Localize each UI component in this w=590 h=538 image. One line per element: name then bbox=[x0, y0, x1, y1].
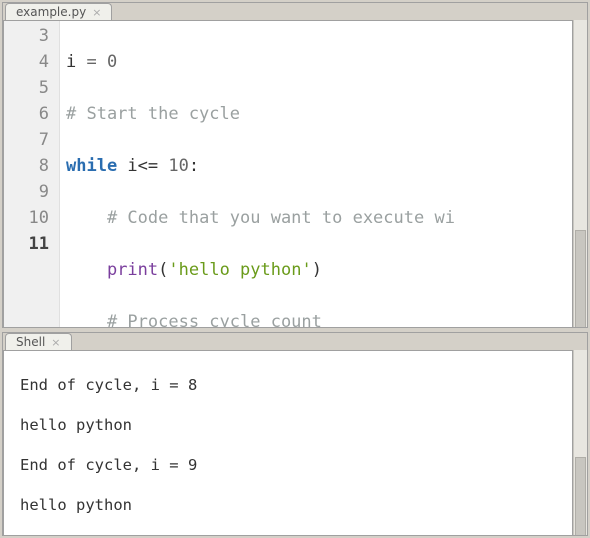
line-number: 7 bbox=[10, 127, 49, 153]
shell-tabbar: Shell × bbox=[3, 333, 587, 350]
code-line[interactable]: print('hello python') bbox=[66, 257, 572, 283]
vertical-scrollbar[interactable] bbox=[573, 350, 587, 536]
close-icon[interactable]: × bbox=[92, 6, 101, 19]
line-number: 11 bbox=[10, 231, 49, 257]
shell-line: End of cycle, i = 9 bbox=[20, 455, 564, 475]
line-number: 10 bbox=[10, 205, 49, 231]
code-line[interactable]: # Start the cycle bbox=[66, 101, 572, 127]
close-icon[interactable]: × bbox=[51, 336, 60, 349]
line-number: 3 bbox=[10, 23, 49, 49]
shell-pane: Shell × End of cycle, i = 8 hello python… bbox=[2, 332, 588, 536]
code-line[interactable]: while i<= 10: bbox=[66, 153, 572, 179]
shell-lines: End of cycle, i = 8 hello python End of … bbox=[20, 355, 564, 536]
shell-line: End of cycle, i = 10 bbox=[20, 535, 564, 536]
editor-tabbar: example.py × bbox=[3, 3, 587, 20]
code-area[interactable]: i = 0 # Start the cycle while i<= 10: # … bbox=[60, 21, 572, 328]
code-editor[interactable]: 3 4 5 6 7 8 9 10 11 i = 0 # Start the cy… bbox=[3, 20, 573, 328]
shell-line: hello python bbox=[20, 415, 564, 435]
code-line[interactable]: # Code that you want to execute wi bbox=[66, 205, 572, 231]
shell-line: hello python bbox=[20, 495, 564, 515]
code-line[interactable]: # Process cycle count bbox=[66, 309, 572, 328]
line-number-gutter: 3 4 5 6 7 8 9 10 11 bbox=[4, 21, 60, 328]
editor-tab-label: example.py bbox=[16, 5, 86, 19]
scrollbar-thumb[interactable] bbox=[575, 457, 586, 536]
shell-tab[interactable]: Shell × bbox=[5, 333, 72, 350]
line-number: 6 bbox=[10, 101, 49, 127]
shell-line: End of cycle, i = 8 bbox=[20, 375, 564, 395]
shell-tab-label: Shell bbox=[16, 335, 45, 349]
code-line[interactable]: i = 0 bbox=[66, 49, 572, 75]
line-number: 5 bbox=[10, 75, 49, 101]
editor-tab-example[interactable]: example.py × bbox=[5, 3, 112, 20]
shell-output[interactable]: End of cycle, i = 8 hello python End of … bbox=[3, 350, 573, 536]
line-number: 9 bbox=[10, 179, 49, 205]
editor-pane: example.py × 3 4 5 6 7 8 9 10 11 i = 0 #… bbox=[2, 2, 588, 328]
line-number: 4 bbox=[10, 49, 49, 75]
vertical-scrollbar[interactable] bbox=[573, 20, 587, 328]
scrollbar-thumb[interactable] bbox=[575, 230, 586, 328]
line-number: 8 bbox=[10, 153, 49, 179]
